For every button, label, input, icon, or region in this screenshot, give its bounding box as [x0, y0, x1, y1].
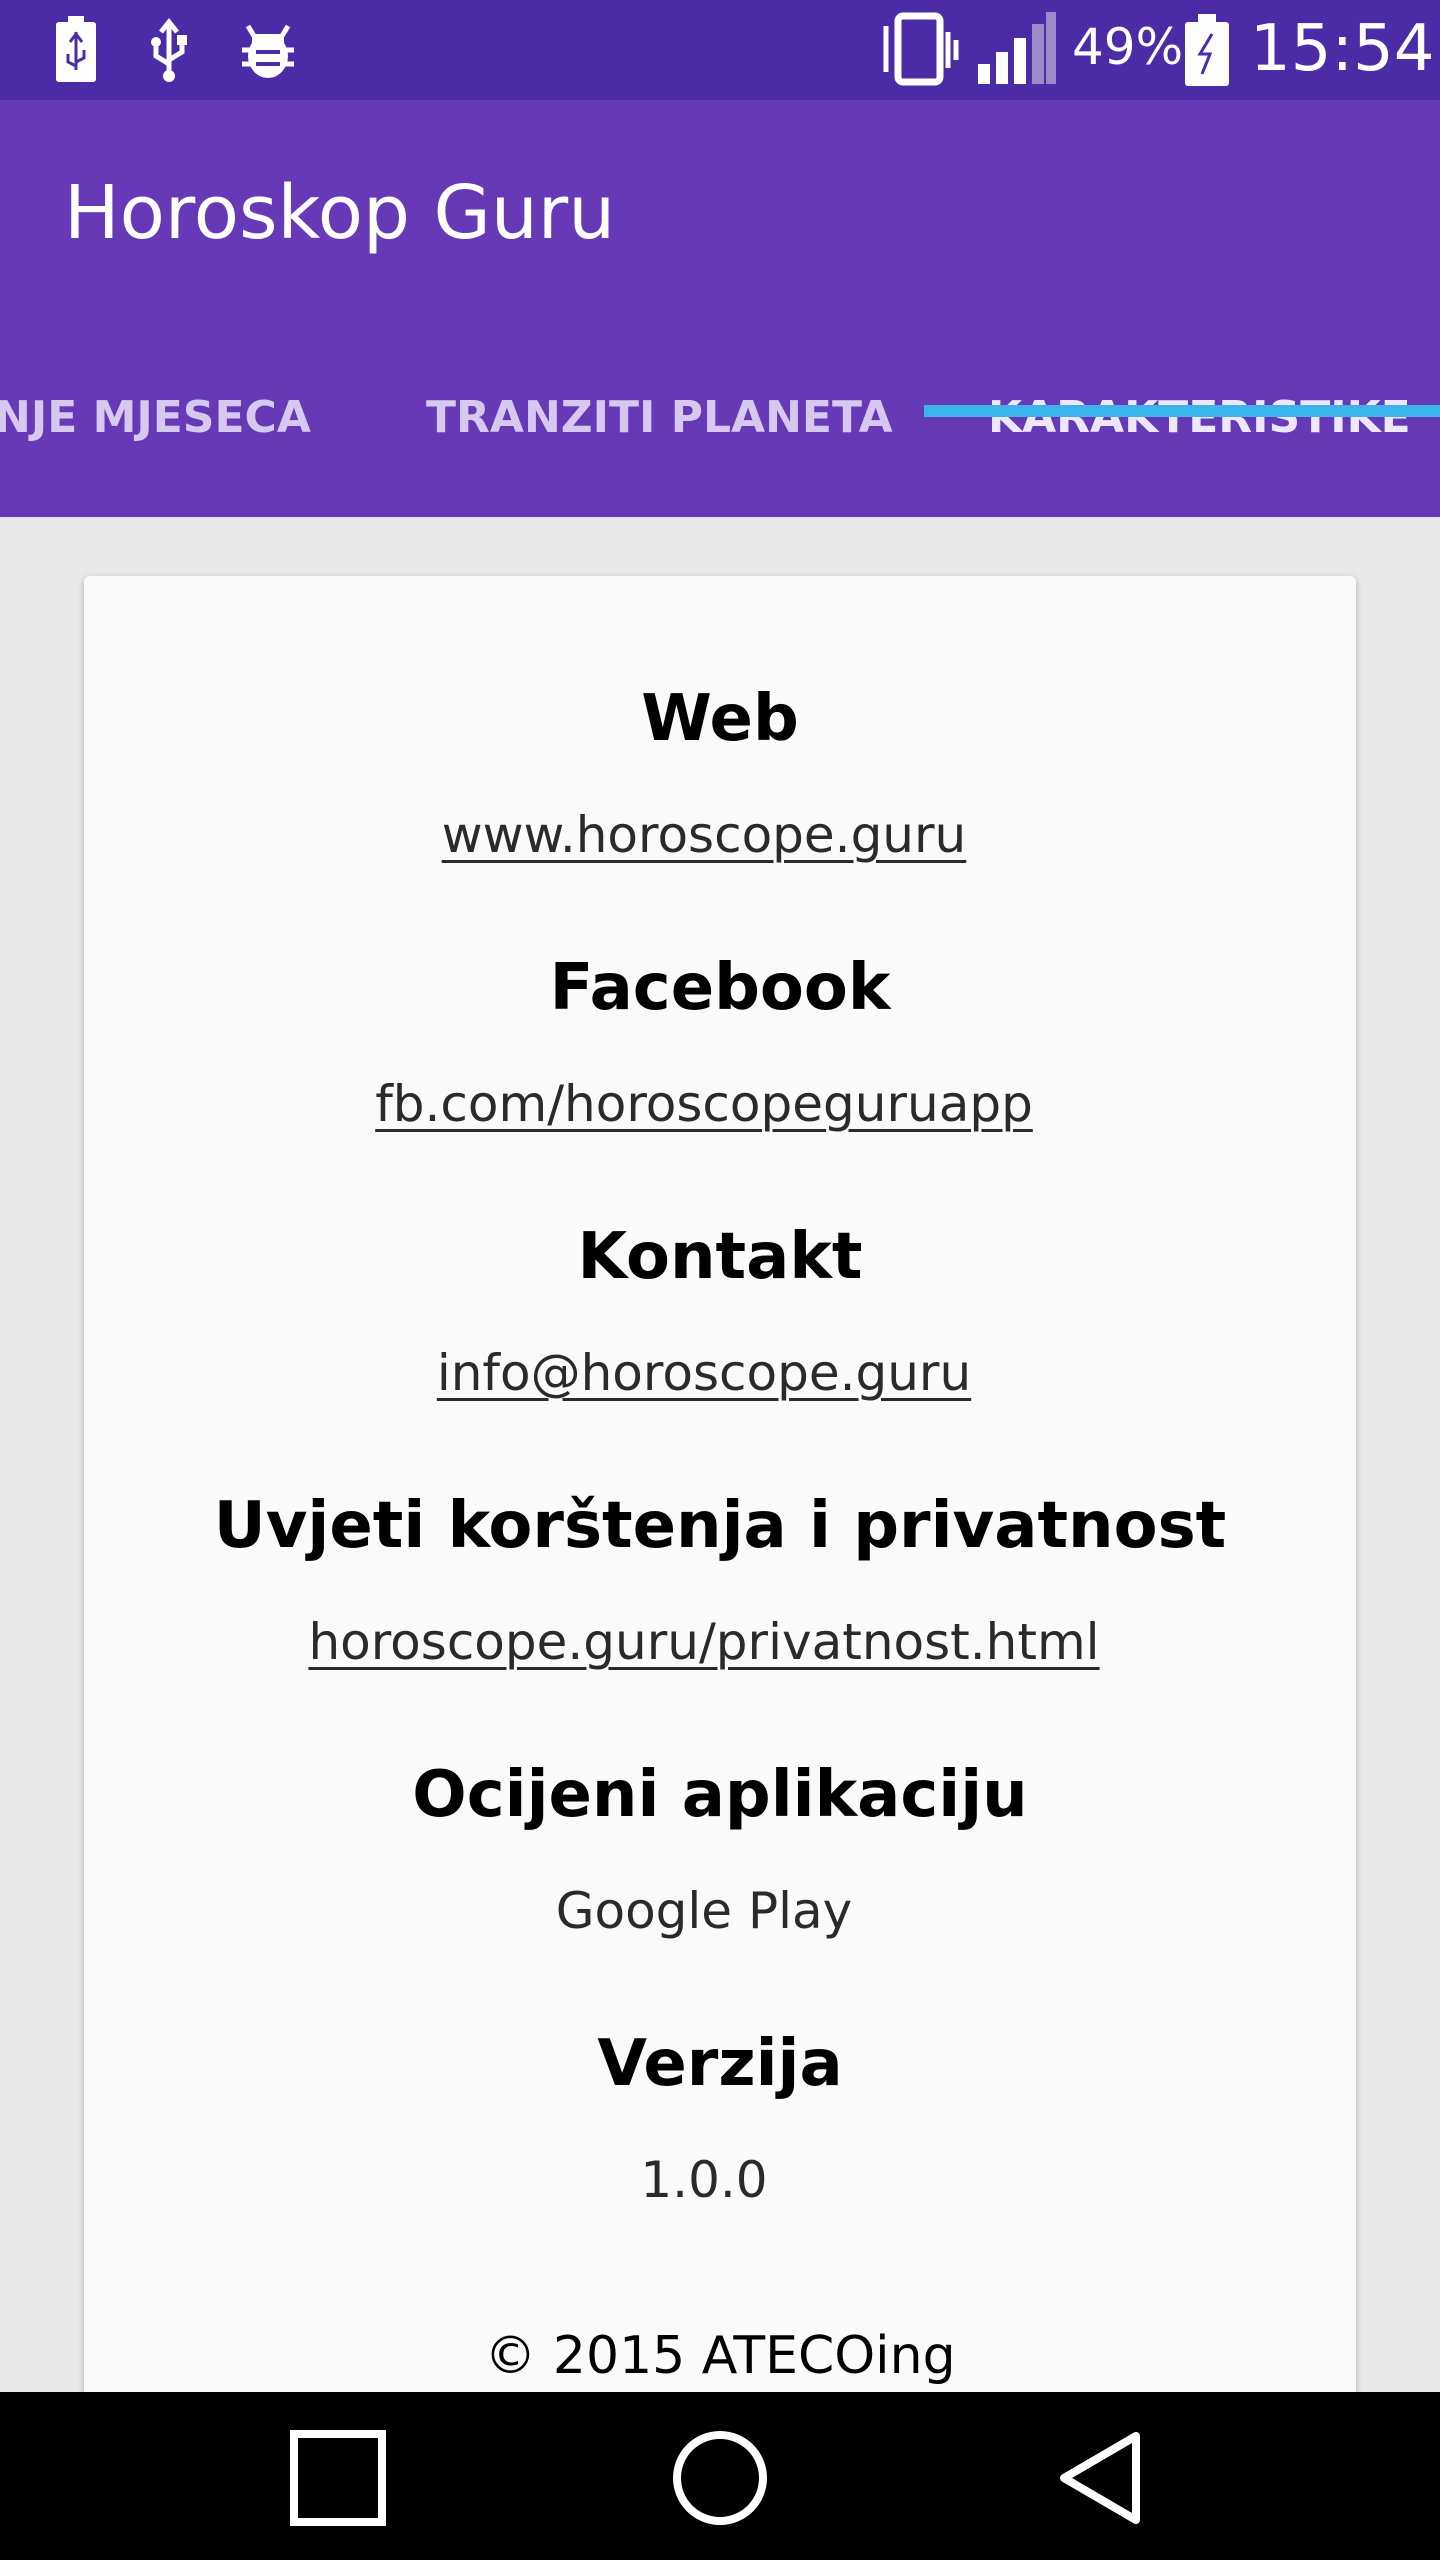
app-bar: Horoskop Guru NJE MJESECA TRANZITI PLANE… — [0, 100, 1440, 517]
version-value: 1.0.0 — [640, 2151, 768, 2209]
facebook-link[interactable]: fb.com/horoscopeguruapp — [84, 1075, 1356, 1133]
signal-icon — [974, 10, 1058, 91]
about-card: Web www.horoscope.guru Facebook fb.com/h… — [84, 576, 1356, 2476]
google-play-link[interactable]: Google Play — [84, 1882, 1356, 1940]
tab-label: KARAKTERISTIKE — [988, 392, 1411, 443]
contact-email-link[interactable]: info@horoscope.guru — [84, 1344, 1356, 1402]
privacy-link[interactable]: horoscope.guru/privatnost.html — [84, 1613, 1356, 1671]
usb-icon — [146, 17, 192, 87]
tab-moon-phases[interactable]: NJE MJESECA — [0, 392, 311, 517]
section-title-rate-app: Ocijeni aplikaciju — [412, 1758, 1028, 1832]
tab-label: NJE MJESECA — [0, 392, 311, 443]
section-title-contact: Kontakt — [577, 1220, 863, 1294]
vibrate-icon — [878, 12, 962, 93]
tab-planet-transits[interactable]: TRANZITI PLANETA — [426, 392, 893, 517]
back-icon[interactable] — [1056, 2430, 1146, 2531]
usb-battery-icon — [52, 14, 100, 89]
recent-apps-icon[interactable] — [290, 2430, 386, 2531]
clock: 15:54 — [1250, 12, 1435, 86]
active-tab-indicator — [924, 405, 1440, 417]
section-title-facebook: Facebook — [549, 951, 891, 1025]
battery-percent-text: 49% — [1072, 18, 1184, 76]
home-icon[interactable] — [670, 2430, 770, 2531]
navigation-bar — [0, 2392, 1440, 2560]
tab-label: TRANZITI PLANETA — [426, 392, 893, 443]
copyright-text: © 2015 ATECOing — [484, 2326, 956, 2386]
section-title-terms: Uvjeti korštenja i privatnost — [213, 1489, 1227, 1563]
web-link[interactable]: www.horoscope.guru — [84, 806, 1356, 864]
bug-icon — [234, 20, 302, 85]
battery-icon — [1182, 12, 1232, 93]
status-bar: 49% 15:54 — [0, 0, 1440, 100]
app-title: Horoskop Guru — [64, 170, 616, 256]
section-title-web: Web — [641, 682, 799, 756]
section-title-version: Verzija — [597, 2027, 843, 2101]
